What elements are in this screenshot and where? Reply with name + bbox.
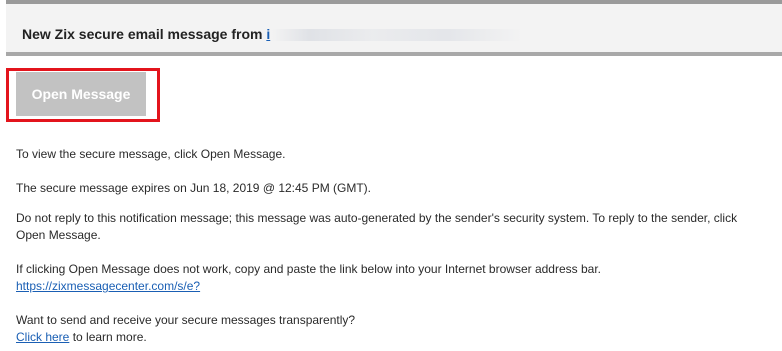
email-header-bar: New Zix secure email message from i: [6, 4, 782, 56]
sender-redacted-area: [272, 29, 523, 42]
email-header-title: New Zix secure email message from i: [22, 26, 523, 42]
header-title-text: New Zix secure email message from: [22, 26, 263, 42]
message-center-link[interactable]: https://zixmessagecenter.com/s/e?: [16, 279, 200, 293]
fallback-link-paragraph: If clicking Open Message does not work, …: [16, 261, 768, 295]
expiration-text: The secure message expires on Jun 18, 20…: [16, 181, 372, 195]
email-page: New Zix secure email message from i Open…: [0, 0, 782, 351]
click-here-link[interactable]: Click here: [16, 330, 69, 344]
instruction-text: To view the secure message, click Open M…: [16, 147, 286, 161]
do-not-reply-text: Do not reply to this notification messag…: [16, 211, 738, 242]
sender-link[interactable]: i: [266, 26, 270, 42]
learn-more-suffix: to learn more.: [69, 330, 147, 344]
open-message-button[interactable]: Open Message: [16, 72, 146, 116]
transparent-messages-text: Want to send and receive your secure mes…: [16, 313, 356, 327]
fallback-instruction-text: If clicking Open Message does not work, …: [16, 262, 601, 276]
learn-more-paragraph: Want to send and receive your secure mes…: [16, 312, 768, 346]
